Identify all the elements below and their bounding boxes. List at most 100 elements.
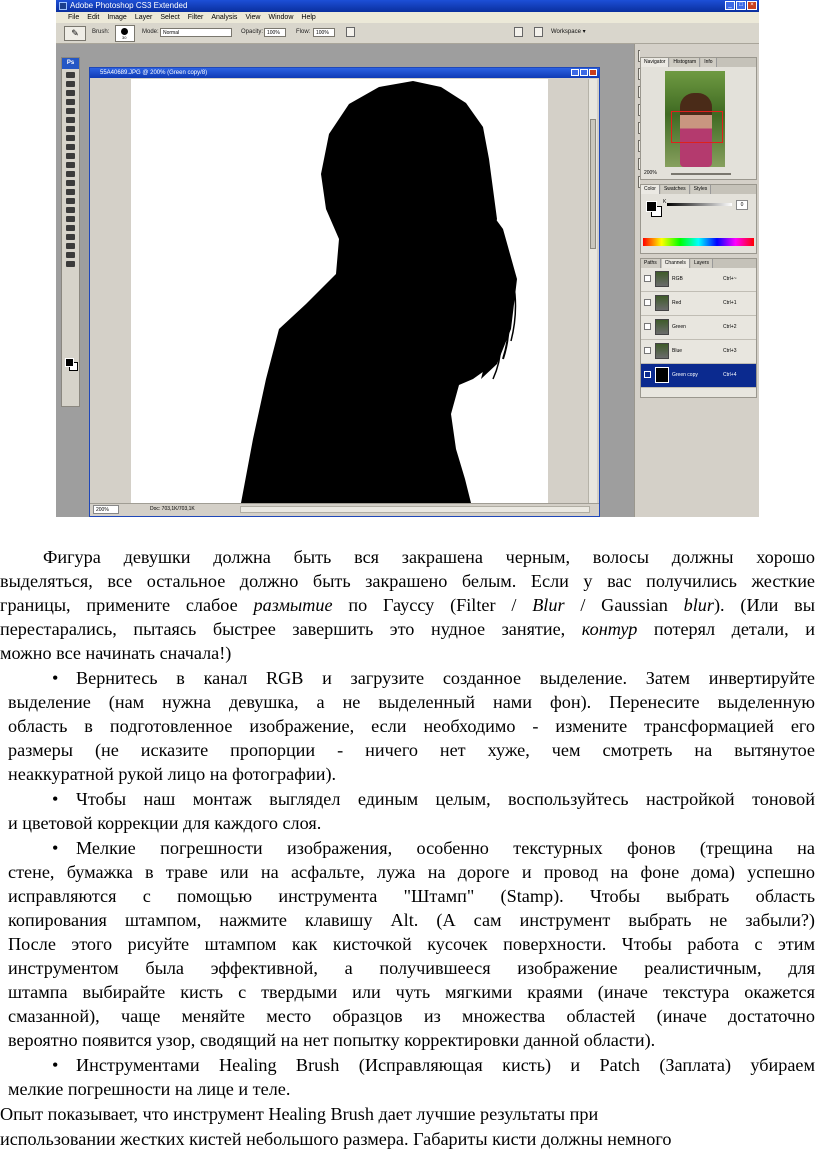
healing-brush-tool-icon[interactable] [66,126,75,132]
menu-help[interactable]: Help [301,12,315,23]
k-slider[interactable] [667,203,732,206]
visibility-eye-icon[interactable] [644,371,651,378]
menu-window[interactable]: Window [268,12,293,23]
notes-tool-icon[interactable] [66,234,75,240]
zoom-field[interactable]: 200% [93,505,119,514]
para1-line2: выделяться, все остальное должно быть за… [0,571,815,591]
color-panel: Color Swatches Styles K 0 [640,184,757,254]
brush-tool-icon[interactable] [66,135,75,141]
vertical-scrollbar[interactable] [588,79,597,503]
eraser-tool-icon[interactable] [66,162,75,168]
shape-tool-icon[interactable] [66,225,75,231]
bullet3-line5: После этого рисуйте штампом как кисточко… [8,934,815,954]
tab-navigator[interactable]: Navigator [641,58,670,67]
stamp-tool-icon[interactable] [66,144,75,150]
channel-row-green-copy[interactable]: Green copy Ctrl+4 [641,364,756,388]
zoom-tool-icon[interactable] [66,261,75,267]
bullet-marker: • [52,668,59,688]
channel-name: Green copy [672,372,698,378]
magic-wand-tool-icon[interactable] [66,99,75,105]
eyedropper-tool-icon[interactable] [66,243,75,249]
history-brush-tool-icon[interactable] [66,153,75,159]
tab-layers[interactable]: Layers [690,259,713,268]
opacity-input[interactable]: 100% [264,28,286,37]
lasso-tool-icon[interactable] [66,90,75,96]
marquee-tool-icon[interactable] [66,81,75,87]
foreground-color-swatch[interactable] [65,358,74,367]
document-titlebar: 55A40689.JPG @ 200% (Green copy/8) [90,68,599,78]
channel-thumbnail [655,367,669,383]
move-tool-icon[interactable] [66,72,75,78]
visibility-eye-icon[interactable] [644,275,651,282]
menu-view[interactable]: View [245,12,260,23]
blur-tool-icon[interactable] [66,180,75,186]
tool-preset-picker[interactable]: ✎ [64,26,86,41]
dodge-tool-icon[interactable] [66,189,75,195]
k-value-input[interactable]: 0 [736,200,748,210]
para1-line4-a: перестарались, пытаясь быстрее завершить… [0,619,582,639]
visibility-eye-icon[interactable] [644,323,651,330]
mode-select[interactable]: Normal [160,28,232,37]
navigator-zoom-slider[interactable] [671,173,731,175]
channel-row-green[interactable]: Green Ctrl+2 [641,316,756,340]
channel-row-blue[interactable]: Blue Ctrl+3 [641,340,756,364]
bullet3-line6: инструментом была эффективной, а получив… [8,958,815,978]
doc-close-icon[interactable] [589,69,597,76]
visibility-eye-icon[interactable] [644,347,651,354]
tab-paths[interactable]: Paths [641,259,661,268]
panel-dock: Navigator Histogram Info 200% Color Swat… [640,44,759,517]
visibility-eye-icon[interactable] [644,299,651,306]
color-swatches[interactable] [65,358,78,371]
path-selection-tool-icon[interactable] [66,216,75,222]
navigator-zoom[interactable]: 200% [644,170,657,176]
close-icon[interactable]: × [747,1,757,10]
doc-minimize-icon[interactable] [571,69,579,76]
minimize-icon[interactable]: _ [725,1,735,10]
hand-tool-icon[interactable] [66,252,75,258]
menu-analysis[interactable]: Analysis [211,12,237,23]
image-canvas[interactable] [131,79,548,503]
pen-tool-icon[interactable] [66,198,75,204]
color-ramp[interactable] [643,238,754,246]
menu-file[interactable]: File [68,12,79,23]
para1-line3-g: ). (Или вы [713,595,815,615]
color-panel-foreground[interactable] [646,201,657,212]
tab-styles[interactable]: Styles [690,185,712,194]
tab-info[interactable]: Info [701,58,717,67]
menu-edit[interactable]: Edit [87,12,99,23]
gradient-tool-icon[interactable] [66,171,75,177]
slice-tool-icon[interactable] [66,117,75,123]
menu-filter[interactable]: Filter [188,12,204,23]
menu-image[interactable]: Image [107,12,126,23]
channel-thumbnail [655,271,669,287]
tab-channels[interactable]: Channels [661,259,690,268]
bullet3-line7: штампа выбирайте кисть с твердыми или чу… [8,982,815,1002]
vertical-scrollbar-thumb[interactable] [590,119,596,249]
type-tool-icon[interactable] [66,207,75,213]
crop-tool-icon[interactable] [66,108,75,114]
palette-well-icon[interactable] [514,27,523,37]
document-info[interactable]: Doc: 703,1K/703,1K [150,504,195,515]
flow-input[interactable]: 100% [313,28,335,37]
navigator-panel: Navigator Histogram Info 200% [640,57,757,180]
doc-maximize-icon[interactable] [580,69,588,76]
maximize-icon[interactable]: □ [736,1,746,10]
airbrush-icon[interactable] [346,27,355,37]
para1-line3-italic-2: Blur [532,595,565,615]
menu-select[interactable]: Select [160,12,179,23]
workspace-menu[interactable]: Workspace ▾ [551,28,586,35]
color-panel-swatches[interactable] [646,201,662,217]
channel-row-red[interactable]: Red Ctrl+1 [641,292,756,316]
navigator-view-box[interactable] [671,111,723,143]
tab-color[interactable]: Color [641,185,660,194]
navigator-thumbnail[interactable] [665,71,725,167]
menu-layer[interactable]: Layer [135,12,153,23]
para1-line4-c: потерял детали, и [637,619,815,639]
tab-swatches[interactable]: Swatches [660,185,690,194]
channel-row-rgb[interactable]: RGB Ctrl+~ [641,268,756,292]
brush-picker[interactable]: 30 [115,25,135,42]
toolbox: Ps [61,57,80,407]
bridge-icon[interactable] [534,27,543,37]
tab-histogram[interactable]: Histogram [670,58,701,67]
horizontal-scrollbar[interactable] [240,506,590,513]
